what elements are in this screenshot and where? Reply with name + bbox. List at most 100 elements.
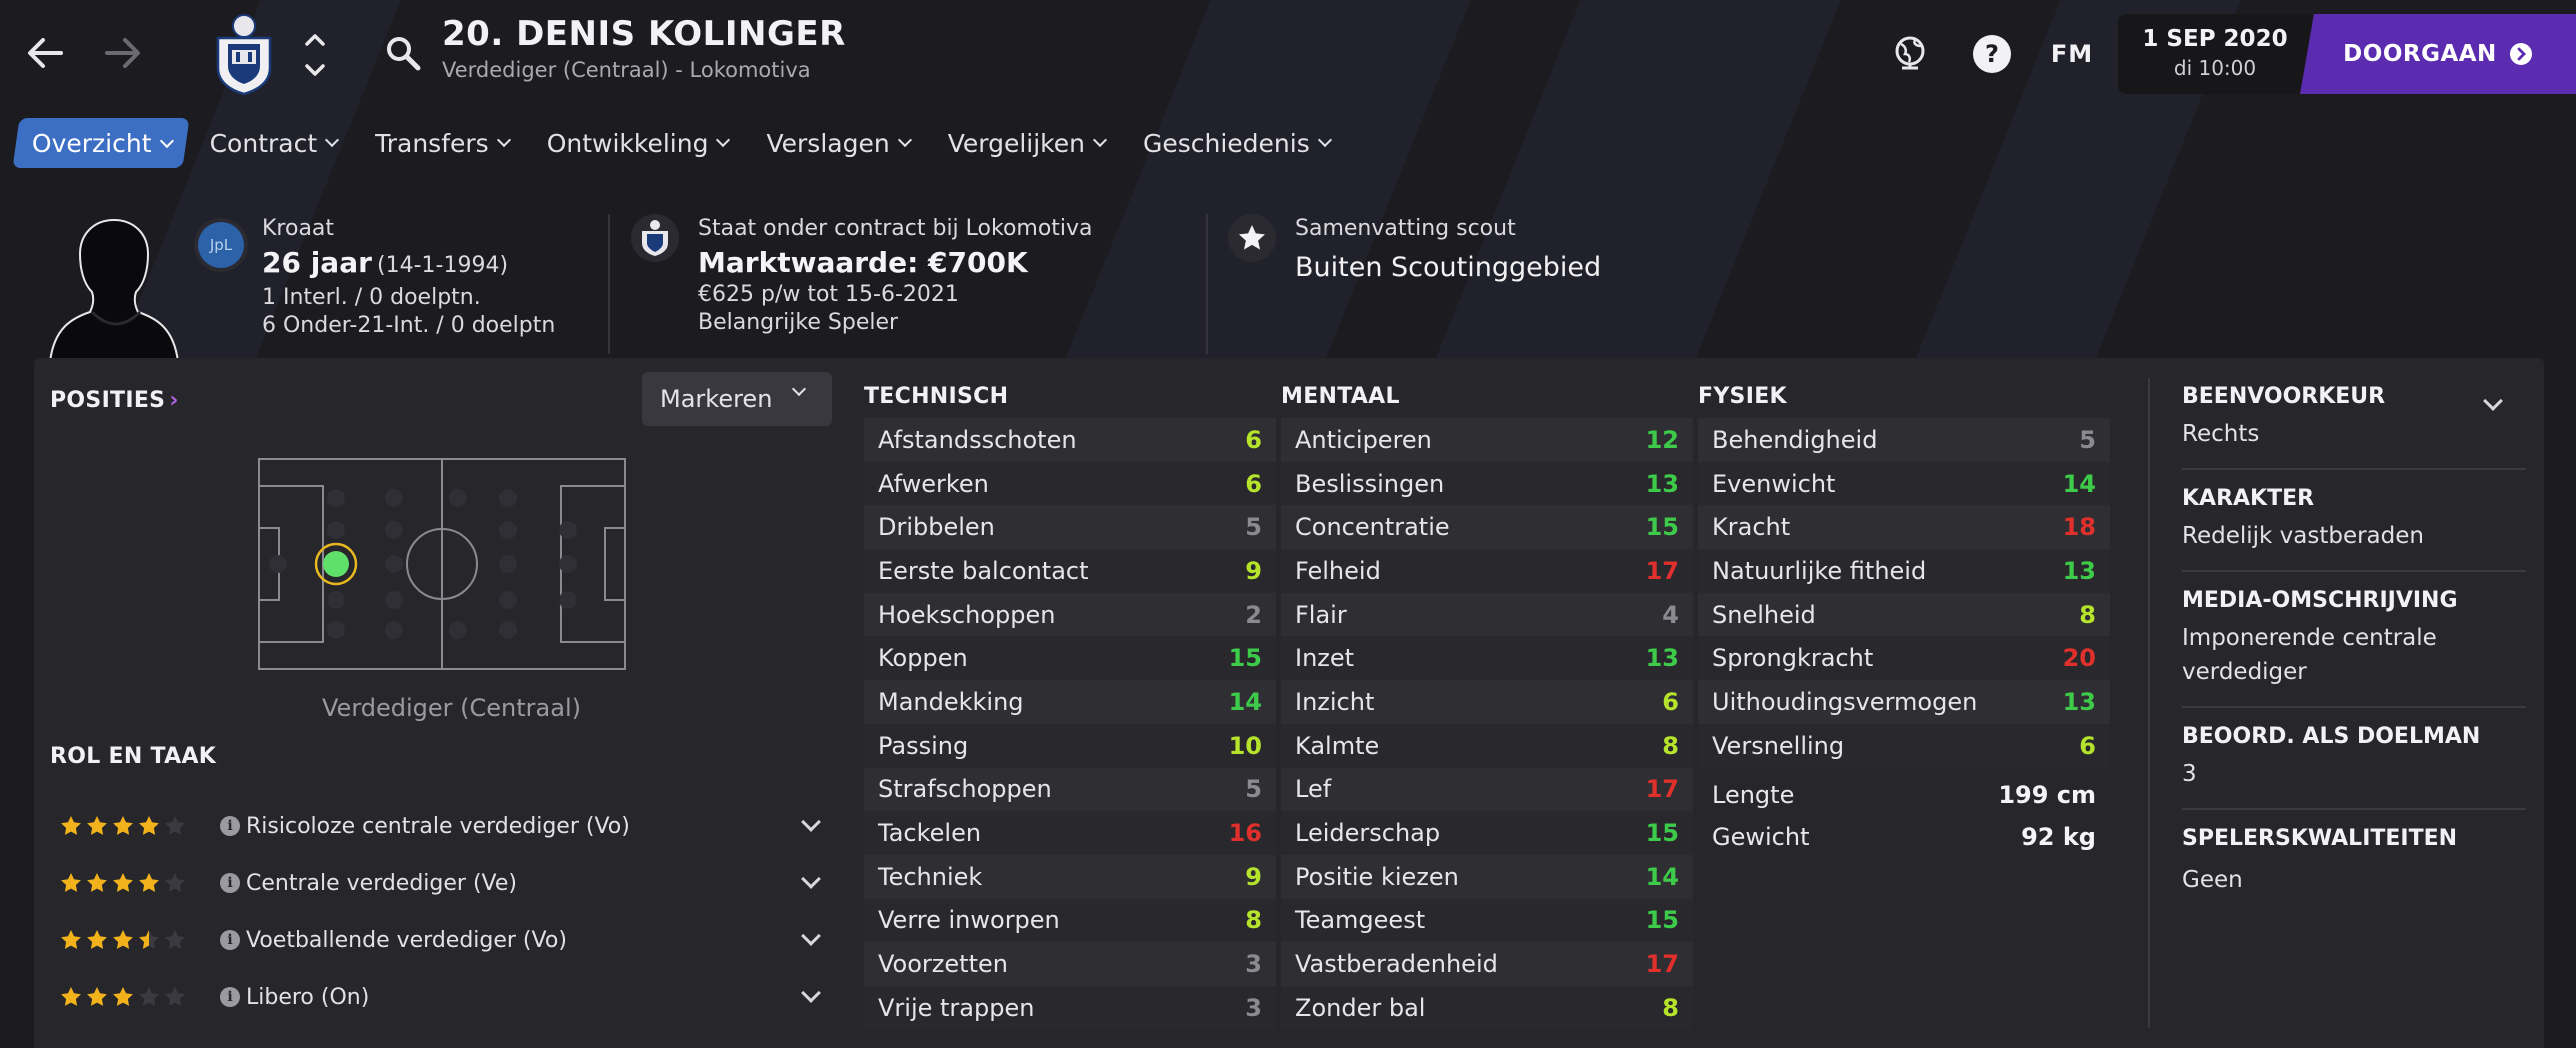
club-crest-icon xyxy=(631,214,679,262)
club-badge-icon[interactable] xyxy=(210,12,278,96)
attribute-row[interactable]: Techniek 9 xyxy=(864,854,1276,899)
continue-button[interactable]: DOORGAAN xyxy=(2300,14,2576,94)
tab-vergelijken[interactable]: Vergelijken xyxy=(932,118,1119,168)
attribute-row[interactable]: Teamgeest 15 xyxy=(1281,898,1693,943)
tab-verslagen[interactable]: Verslagen xyxy=(750,118,923,168)
attribute-row[interactable]: Inzicht 6 xyxy=(1281,680,1693,724)
attribute-row[interactable]: Uithoudingsvermogen 13 xyxy=(1698,680,2110,724)
role-name[interactable]: i Centrale verdediger (Ve) xyxy=(220,871,804,896)
back-arrow-icon[interactable] xyxy=(20,30,70,76)
star-icon xyxy=(165,873,185,892)
market-value[interactable]: Marktwaarde: €700K xyxy=(698,246,1093,279)
attribute-row[interactable]: Evenwicht 14 xyxy=(1698,461,2110,506)
attribute-name: Koppen xyxy=(878,644,968,673)
attribute-row[interactable]: Vastberadenheid 17 xyxy=(1281,942,1693,986)
attribute-row[interactable]: Passing 10 xyxy=(864,723,1276,768)
info-icon[interactable]: i xyxy=(220,816,240,836)
personality-value[interactable]: Redelijk vastberaden xyxy=(2182,519,2526,553)
positions-heading[interactable]: POSITIES › xyxy=(50,388,179,413)
attribute-value: 6 xyxy=(1245,425,1262,454)
attribute-row[interactable]: Voorzetten 3 xyxy=(864,942,1276,986)
star-icon xyxy=(87,987,107,1006)
attribute-row[interactable]: Mandekking 14 xyxy=(864,680,1276,724)
attribute-name: Beslissingen xyxy=(1295,469,1445,498)
role-name[interactable]: i Risicoloze centrale verdediger (Vo) xyxy=(220,814,804,839)
attribute-row[interactable]: Verre inworpen 8 xyxy=(864,898,1276,943)
attribute-row[interactable]: Koppen 15 xyxy=(864,636,1276,681)
chevron-down-icon[interactable] xyxy=(801,869,821,889)
attribute-row[interactable]: Tackelen 16 xyxy=(864,811,1276,855)
attribute-row[interactable]: Lef 17 xyxy=(1281,767,1693,812)
attribute-row[interactable]: Dribbelen 5 xyxy=(864,505,1276,550)
attribute-row[interactable]: Strafschoppen 5 xyxy=(864,767,1276,812)
mental-heading: MENTAAL xyxy=(1281,384,1400,409)
contract-status[interactable]: Staat onder contract bij Lokomotiva xyxy=(698,214,1093,244)
role-row[interactable]: i Centrale verdediger (Ve) xyxy=(60,863,830,903)
attribute-value: 6 xyxy=(1662,687,1679,716)
attribute-row[interactable]: Felheid 17 xyxy=(1281,549,1693,593)
attribute-row[interactable]: Concentratie 15 xyxy=(1281,505,1693,550)
attribute-row[interactable]: Snelheid 8 xyxy=(1698,592,2110,637)
tab-transfers[interactable]: Transfers xyxy=(359,118,523,168)
attribute-row[interactable]: Kalmte 8 xyxy=(1281,723,1693,768)
bio-info: Kroaat 26 jaar (14-1-1994) 1 Interl. / 0… xyxy=(262,214,555,339)
search-icon[interactable] xyxy=(384,34,424,74)
attribute-row[interactable]: Afstandsschoten 6 xyxy=(864,418,1276,462)
attribute-row[interactable]: Behendigheid 5 xyxy=(1698,418,2110,462)
nationality[interactable]: Kroaat xyxy=(262,214,555,244)
attribute-row[interactable]: Anticiperen 12 xyxy=(1281,418,1693,462)
attribute-row[interactable]: Flair 4 xyxy=(1281,592,1693,637)
date-display[interactable]: 1 SEP 2020 di 10:00 xyxy=(2118,14,2312,94)
chevron-down-icon xyxy=(159,132,174,148)
info-icon[interactable]: i xyxy=(220,873,240,893)
media-description-value[interactable]: Imponerende centrale verdediger xyxy=(2182,621,2462,689)
attribute-name: Voorzetten xyxy=(878,950,1008,979)
technical-heading: TECHNISCH xyxy=(864,384,1009,409)
tab-ontwikkeling[interactable]: Ontwikkeling xyxy=(531,118,743,168)
attribute-name: Verre inworpen xyxy=(878,906,1060,935)
attribute-name: Sprongkracht xyxy=(1712,644,1874,673)
attribute-row[interactable]: Versnelling 6 xyxy=(1698,723,2110,768)
attribute-row[interactable]: Kracht 18 xyxy=(1698,505,2110,550)
player-switch-icon[interactable] xyxy=(302,28,328,82)
forward-arrow-icon[interactable] xyxy=(98,30,148,76)
chevron-down-icon[interactable] xyxy=(801,926,821,946)
attribute-row[interactable]: Afwerken 6 xyxy=(864,461,1276,506)
tab-contract[interactable]: Contract xyxy=(194,118,352,168)
attribute-row[interactable]: Hoekschoppen 2 xyxy=(864,592,1276,637)
player-subtitle[interactable]: Verdediger (Centraal) - Lokomotiva xyxy=(442,58,811,82)
info-icon[interactable]: i xyxy=(220,987,240,1007)
world-icon[interactable] xyxy=(1886,30,1934,78)
attribute-value: 8 xyxy=(2079,600,2096,629)
chevron-down-icon[interactable] xyxy=(801,812,821,832)
attribute-row[interactable]: Natuurlijke fitheid 13 xyxy=(1698,549,2110,593)
attribute-row[interactable]: Leiderschap 15 xyxy=(1281,811,1693,855)
info-icon[interactable]: i xyxy=(220,930,240,950)
weight-label: Gewicht xyxy=(1712,822,1810,851)
preferred-foot-heading: BEENVOORKEUR xyxy=(2182,384,2386,409)
attribute-row[interactable]: Positie kiezen 14 xyxy=(1281,854,1693,899)
attribute-row[interactable]: Zonder bal 8 xyxy=(1281,985,1693,1030)
goalkeeper-rating: BEOORD. ALS DOELMAN 3 xyxy=(2182,724,2526,791)
help-icon[interactable]: ? xyxy=(1968,30,2016,78)
attribute-name: Anticiperen xyxy=(1295,425,1432,454)
role-row[interactable]: i Risicoloze centrale verdediger (Vo) xyxy=(60,806,830,846)
tab-overzicht[interactable]: Overzicht xyxy=(12,118,190,168)
position-pitch[interactable] xyxy=(258,458,626,670)
tab-geschiedenis[interactable]: Geschiedenis xyxy=(1127,118,1344,168)
role-name[interactable]: i Voetballende verdediger (Vo) xyxy=(220,928,804,953)
highlight-dropdown[interactable]: Markeren xyxy=(642,372,832,426)
attribute-row[interactable]: Eerste balcontact 9 xyxy=(864,549,1276,593)
attribute-name: Techniek xyxy=(878,862,983,891)
chevron-down-icon[interactable] xyxy=(801,983,821,1003)
role-name[interactable]: i Libero (On) xyxy=(220,985,804,1010)
fm-menu-button[interactable]: FM xyxy=(2048,30,2096,78)
attribute-row[interactable]: Beslissingen 13 xyxy=(1281,461,1693,506)
chevron-down-icon xyxy=(897,132,912,148)
role-row[interactable]: i Libero (On) xyxy=(60,977,830,1017)
attribute-row[interactable]: Inzet 13 xyxy=(1281,636,1693,681)
attribute-row[interactable]: Vrije trappen 3 xyxy=(864,985,1276,1030)
nationality-flag-icon[interactable]: JpL xyxy=(194,218,248,272)
role-row[interactable]: i Voetballende verdediger (Vo) xyxy=(60,920,830,960)
attribute-row[interactable]: Sprongkracht 20 xyxy=(1698,636,2110,681)
